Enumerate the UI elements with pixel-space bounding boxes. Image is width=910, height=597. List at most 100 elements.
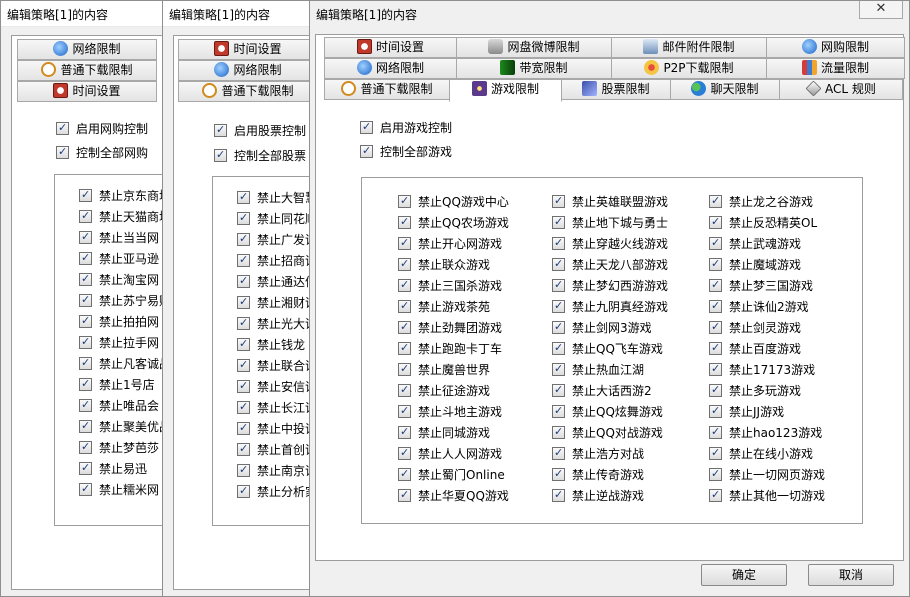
list-item[interactable]: 禁止逆战游戏 [552, 487, 644, 504]
list-item[interactable]: 禁止QQ炫舞游戏 [552, 403, 663, 420]
checkbox-checked[interactable] [552, 383, 565, 397]
list-item[interactable]: 禁止多玩游戏 [709, 382, 801, 399]
list-item[interactable]: 禁止凡客诚品 [79, 355, 171, 372]
checkbox-checked[interactable] [552, 299, 565, 313]
checkbox-checked[interactable] [398, 236, 411, 250]
list-item[interactable]: 禁止梦三国游戏 [709, 277, 813, 294]
list-item[interactable]: 禁止淘宝网 [79, 271, 159, 288]
checkbox-checked[interactable] [552, 215, 565, 229]
list-item[interactable]: 禁止钱龙 [237, 336, 305, 353]
checkbox-checked[interactable] [398, 278, 411, 292]
checkbox-checked[interactable] [398, 446, 411, 460]
checkbox-checked[interactable] [79, 482, 92, 496]
control-all-shopping-checkbox[interactable]: 控制全部网购 [56, 144, 148, 161]
checkbox-checked[interactable] [79, 440, 92, 454]
list-item[interactable]: 禁止九阴真经游戏 [552, 298, 668, 315]
checkbox-checked[interactable] [398, 299, 411, 313]
enable-shopping-checkbox[interactable]: 启用网购控制 [56, 120, 148, 137]
list-item[interactable]: 禁止热血江湖 [552, 361, 644, 378]
tab-time[interactable]: 时间设置 [17, 81, 157, 102]
list-item[interactable]: 禁止跑跑卡丁车 [398, 340, 502, 357]
checkbox-checked[interactable] [79, 314, 92, 328]
list-item[interactable]: 禁止亚马逊 [79, 250, 159, 267]
tab-bandwidth[interactable]: 带宽限制 [456, 58, 612, 79]
checkbox-checked[interactable] [56, 145, 69, 159]
checkbox-checked[interactable] [709, 320, 722, 334]
tab-network[interactable]: 网络限制 [17, 39, 157, 60]
control-all-stock-checkbox[interactable]: 控制全部股票 [214, 147, 306, 164]
list-item[interactable]: 禁止游戏茶苑 [398, 298, 490, 315]
list-item[interactable]: 禁止当当网 [79, 229, 159, 246]
list-item[interactable]: 禁止浩方对战 [552, 445, 644, 462]
checkbox-checked[interactable] [237, 274, 250, 288]
list-item[interactable]: 禁止劲舞团游戏 [398, 319, 502, 336]
checkbox-checked[interactable] [237, 400, 250, 414]
checkbox-checked[interactable] [79, 335, 92, 349]
tab-download[interactable]: 普通下载限制 [17, 60, 157, 81]
checkbox-checked[interactable] [237, 484, 250, 498]
tab-chat[interactable]: 聊天限制 [670, 79, 780, 100]
list-item[interactable]: 禁止大智慧 [237, 189, 317, 206]
checkbox-checked[interactable] [709, 299, 722, 313]
list-item[interactable]: 禁止天猫商城 [79, 208, 171, 225]
list-item[interactable]: 禁止其他一切游戏 [709, 487, 825, 504]
list-item[interactable]: 禁止唯品会 [79, 397, 159, 414]
list-item[interactable]: 禁止hao123游戏 [709, 424, 822, 441]
checkbox-checked[interactable] [237, 421, 250, 435]
tab-p2p[interactable]: P2P下载限制 [611, 58, 767, 79]
list-item[interactable]: 禁止诛仙2游戏 [709, 298, 809, 315]
checkbox-checked[interactable] [709, 236, 722, 250]
list-item[interactable]: 禁止拉手网 [79, 334, 159, 351]
list-item[interactable]: 禁止斗地主游戏 [398, 403, 502, 420]
list-item[interactable]: 禁止联众游戏 [398, 256, 490, 273]
checkbox-checked[interactable] [79, 377, 92, 391]
checkbox-checked[interactable] [56, 121, 69, 135]
checkbox-checked[interactable] [398, 320, 411, 334]
checkbox-checked[interactable] [709, 467, 722, 481]
list-item[interactable]: 禁止京东商城 [79, 187, 171, 204]
checkbox-checked[interactable] [552, 194, 565, 208]
checkbox-checked[interactable] [237, 463, 250, 477]
checkbox-checked[interactable] [237, 379, 250, 393]
list-item[interactable]: 禁止在线小游戏 [709, 445, 813, 462]
list-item[interactable]: 禁止1号店 [79, 376, 155, 393]
list-item[interactable]: 禁止华夏QQ游戏 [398, 487, 509, 504]
list-item[interactable]: 禁止糯米网 [79, 481, 159, 498]
list-item[interactable]: 禁止梦芭莎 [79, 439, 159, 456]
list-item[interactable]: 禁止天龙八部游戏 [552, 256, 668, 273]
list-item[interactable]: 禁止剑网3游戏 [552, 319, 652, 336]
checkbox-checked[interactable] [552, 257, 565, 271]
tab-traffic[interactable]: 流量限制 [766, 58, 905, 79]
checkbox-checked[interactable] [79, 251, 92, 265]
checkbox-checked[interactable] [709, 215, 722, 229]
checkbox-checked[interactable] [709, 278, 722, 292]
checkbox-checked[interactable] [552, 341, 565, 355]
checkbox-checked[interactable] [79, 272, 92, 286]
checkbox-checked[interactable] [79, 419, 92, 433]
list-item[interactable]: 禁止QQ游戏中心 [398, 193, 509, 210]
list-item[interactable]: 禁止剑灵游戏 [709, 319, 801, 336]
tab-game[interactable]: 游戏限制 [449, 79, 562, 102]
list-item[interactable]: 禁止QQ对战游戏 [552, 424, 663, 441]
checkbox-checked[interactable] [237, 232, 250, 246]
checkbox-checked[interactable] [709, 341, 722, 355]
list-item[interactable]: 禁止JJ游戏 [709, 403, 784, 420]
checkbox-checked[interactable] [398, 341, 411, 355]
checkbox-checked[interactable] [79, 293, 92, 307]
list-item[interactable]: 禁止17173游戏 [709, 361, 815, 378]
tab-time[interactable]: 时间设置 [178, 39, 318, 60]
checkbox-checked[interactable] [79, 461, 92, 475]
list-item[interactable]: 禁止分析家 [237, 483, 317, 500]
checkbox-checked[interactable] [398, 257, 411, 271]
list-item[interactable]: 禁止地下城与勇士 [552, 214, 668, 231]
list-item[interactable]: 禁止三国杀游戏 [398, 277, 502, 294]
list-item[interactable]: 禁止同城游戏 [398, 424, 490, 441]
checkbox-checked[interactable] [237, 190, 250, 204]
checkbox-checked[interactable] [552, 467, 565, 481]
checkbox-checked[interactable] [709, 404, 722, 418]
list-item[interactable]: 禁止通达信 [237, 273, 317, 290]
list-item[interactable]: 禁止征途游戏 [398, 382, 490, 399]
enable-stock-checkbox[interactable]: 启用股票控制 [214, 122, 306, 139]
tab-globe[interactable]: 网络限制 [324, 58, 457, 79]
checkbox-checked[interactable] [360, 144, 373, 158]
